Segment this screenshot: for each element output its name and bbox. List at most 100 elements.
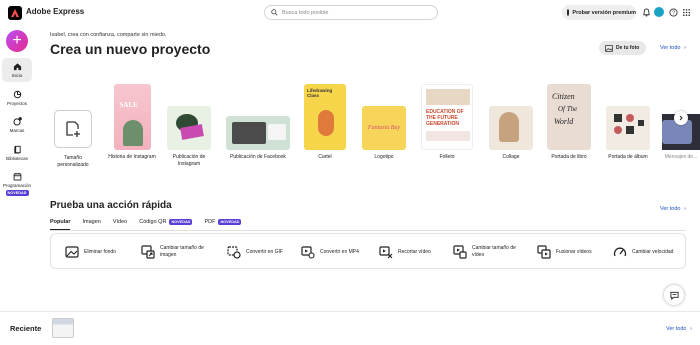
chat-icon: [669, 291, 679, 300]
from-photo-label: De tu foto: [616, 45, 640, 51]
projects-icon: [13, 90, 21, 99]
template-logo[interactable]: Fantasia Bay Logotipo: [360, 84, 408, 161]
resize-image-icon: [141, 245, 155, 259]
bell-icon[interactable]: [642, 8, 651, 17]
convert-gif-icon: [227, 246, 241, 259]
feedback-chat-button[interactable]: [664, 285, 684, 305]
adobe-express-logo[interactable]: [8, 6, 22, 20]
chevron-right-icon: ›: [684, 45, 686, 51]
template-instagram-post[interactable]: Publicación de Instagram: [163, 84, 215, 168]
template-facebook-post[interactable]: Publicación de Facebook: [225, 84, 291, 161]
recent-file-thumbnail[interactable]: [52, 318, 74, 338]
apps-grid-icon[interactable]: [682, 8, 691, 17]
action-trim-video[interactable]: Recortar vídeo: [379, 234, 442, 270]
quick-actions-see-all[interactable]: Ver todo: [660, 206, 681, 212]
merge-videos-icon: [537, 245, 551, 259]
thumb-book-line2: Of The: [558, 105, 578, 113]
see-all-link[interactable]: Ver todo: [660, 45, 681, 51]
tab-qr-code[interactable]: Código QR NOVEDAD: [139, 216, 193, 228]
sidebar-item-scheduling[interactable]: Programación NOVEDAD: [2, 170, 32, 198]
tab-image[interactable]: Imagen: [82, 216, 100, 228]
template-label: Logotipo: [374, 154, 394, 160]
action-convert-to-gif[interactable]: Convertir en GIF: [227, 234, 290, 270]
thumb-logo-text: Fantasia Bay: [367, 125, 401, 131]
template-collage[interactable]: Collage: [487, 84, 535, 161]
tab-label: Imagen: [82, 219, 101, 225]
tab-label: Código QR: [139, 219, 167, 225]
top-bar: Adobe Express Busca todo posible Probar …: [0, 0, 700, 26]
action-label: Cambiar tamaño de imagen: [160, 245, 204, 258]
template-list: Tamaño personalizado SALE Historia de In…: [50, 84, 700, 176]
chevron-right-icon: [679, 115, 683, 121]
quick-actions-title: Prueba una acción rápida: [50, 200, 172, 211]
avatar[interactable]: [654, 7, 664, 17]
logo-thumb: Fantasia Bay: [362, 106, 406, 150]
try-premium-button[interactable]: Probar versión premium: [562, 5, 636, 20]
action-label: Fusionar vídeos: [556, 248, 592, 255]
action-label: Cambiar tamaño de vídeo: [472, 245, 516, 258]
template-instagram-story[interactable]: SALE Historia de Instagram: [108, 84, 156, 161]
create-button[interactable]: +: [6, 30, 28, 52]
search-input[interactable]: Busca todo posible: [264, 5, 438, 20]
template-label: Collage: [502, 154, 520, 160]
thumb-sale-text: SALE: [119, 101, 138, 109]
instagram-story-thumb: SALE: [113, 84, 151, 150]
facebook-post-thumb: [226, 116, 290, 150]
quick-actions-panel: Eliminar fondo Cambiar tamaño de imagen …: [50, 233, 686, 269]
chevron-right-icon: ›: [684, 206, 686, 212]
convert-mp4-icon: [301, 246, 315, 259]
sidebar-item-libraries[interactable]: Bibliotecas: [2, 143, 32, 165]
sidebar-item-label: Programación: [2, 183, 31, 188]
remove-background-icon: [65, 246, 79, 258]
action-resize-video[interactable]: Cambiar tamaño de vídeo: [453, 234, 516, 270]
sidebar-item-brands[interactable]: Marcas: [2, 115, 32, 137]
template-custom-size[interactable]: Tamaño personalizado: [52, 84, 94, 169]
tab-pdf[interactable]: PDF NOVEDAD: [204, 216, 242, 228]
template-poster[interactable]: Lifedrawing Class Cartel: [302, 84, 348, 161]
carousel-next-button[interactable]: [674, 111, 688, 125]
help-icon[interactable]: ?: [669, 8, 678, 17]
thumb-cartel-text: Lifedrawing Class: [307, 88, 333, 99]
collage-thumb: [489, 106, 533, 150]
search-placeholder: Busca todo posible: [282, 9, 329, 16]
action-convert-to-mp4[interactable]: Convertir en MP4: [301, 234, 364, 270]
template-label: Historia de Instagram: [108, 154, 156, 160]
new-badge: NOVEDAD: [169, 219, 193, 225]
add-page-icon: [66, 121, 80, 137]
recent-see-all[interactable]: Ver todo: [666, 326, 687, 332]
template-book-cover[interactable]: Citizen Of The World Portada de libro: [545, 84, 593, 161]
tab-popular[interactable]: Popular: [50, 216, 71, 230]
template-label: Portada de libro: [551, 154, 587, 160]
tab-video[interactable]: Vídeo: [113, 216, 127, 228]
action-resize-image[interactable]: Cambiar tamaño de imagen: [141, 234, 204, 270]
thumb-flyer-line3: GENERATION: [426, 121, 459, 127]
template-flyer[interactable]: EDUCATION OF THE FUTURE GENERATION Folle…: [419, 84, 475, 161]
sidebar-item-home[interactable]: Inicio: [2, 58, 32, 82]
sidebar-item-projects[interactable]: Proyectos: [2, 88, 32, 110]
page-title: Crea un nuevo proyecto: [50, 41, 211, 57]
action-merge-videos[interactable]: Fusionar vídeos: [537, 234, 600, 270]
new-badge: NOVEDAD: [5, 190, 29, 196]
brands-icon: [12, 117, 22, 126]
action-label: Eliminar fondo: [84, 248, 116, 255]
premium-icon: [567, 9, 570, 16]
action-change-speed[interactable]: Cambiar velocidad: [613, 234, 676, 270]
instagram-post-thumb: [167, 106, 211, 150]
template-label: Mensajes de...: [664, 154, 698, 160]
template-album-cover[interactable]: Portada de álbum: [603, 84, 653, 161]
poster-thumb: Lifedrawing Class: [304, 84, 346, 150]
album-cover-thumb: [606, 106, 650, 150]
book-cover-thumb: Citizen Of The World: [547, 84, 591, 150]
template-label: Cartel: [318, 154, 332, 160]
quick-actions-tabs: Popular Imagen Vídeo Código QR NOVEDAD PD…: [50, 216, 242, 230]
image-icon: [605, 44, 613, 52]
action-remove-background[interactable]: Eliminar fondo: [65, 234, 128, 270]
tab-label: Popular: [50, 219, 71, 225]
action-label: Convertir en GIF: [246, 248, 283, 255]
recent-section: [0, 311, 700, 345]
thumb-book-line3: World: [554, 117, 574, 126]
template-label: Folleto: [439, 154, 455, 160]
greeting: Isabel, crea con confianza, comparte sin…: [50, 32, 167, 38]
brand-name: Adobe Express: [26, 7, 85, 16]
from-photo-button[interactable]: De tu foto: [599, 41, 646, 55]
